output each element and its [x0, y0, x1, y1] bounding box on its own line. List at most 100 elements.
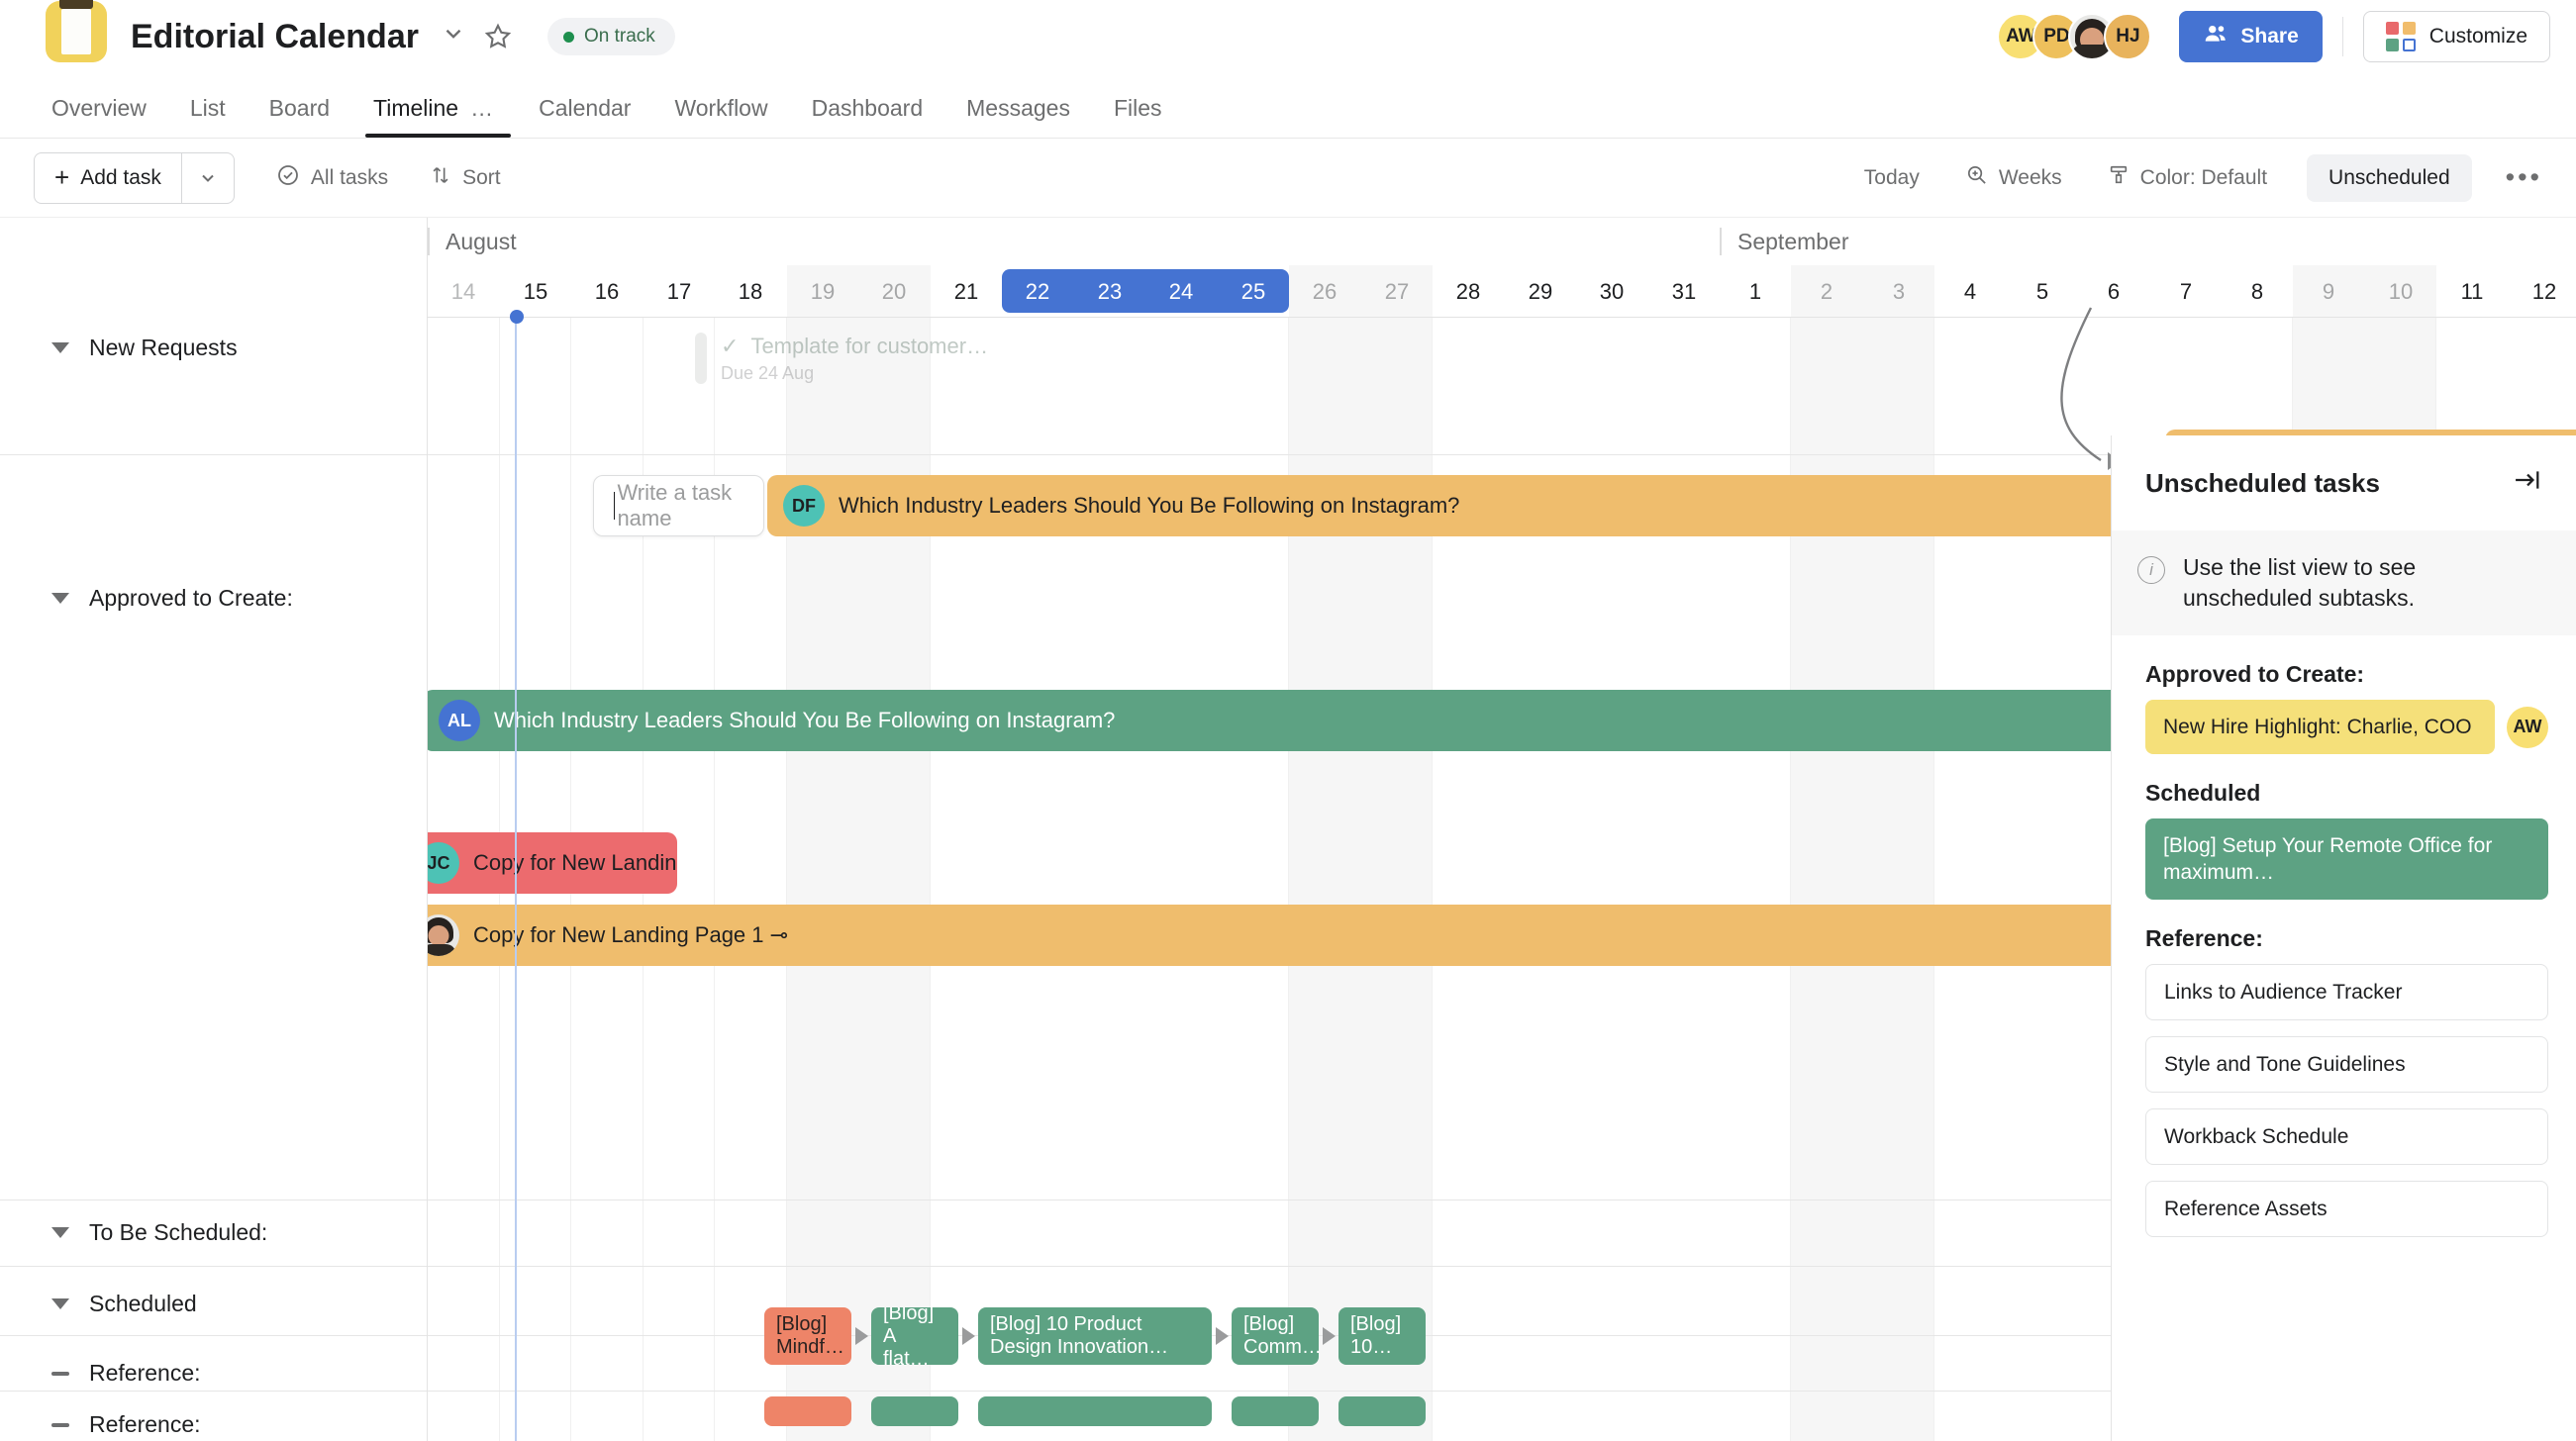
section-label: Approved to Create:	[89, 585, 293, 611]
tab-timeline[interactable]: Timeline…	[351, 95, 517, 138]
unscheduled-task-remote-office[interactable]: [Blog] Setup Your Remote Office for maxi…	[2145, 818, 2548, 900]
task-bar-blog-flat[interactable]: [Blog] A flat…	[871, 1307, 958, 1365]
tab-list[interactable]: List	[168, 95, 248, 138]
section-row-scheduled[interactable]: Scheduled	[51, 1291, 197, 1317]
collapse-triangle-icon[interactable]	[51, 593, 69, 604]
tab-overflow-icon[interactable]: …	[470, 95, 495, 121]
avatar[interactable]: HJ	[2104, 13, 2152, 60]
unscheduled-task-links-audience-tracker[interactable]: Links to Audience Tracker	[2145, 964, 2548, 1020]
zoom-weeks-button[interactable]: Weeks	[1965, 163, 2062, 192]
day-cell[interactable]: 14	[428, 265, 499, 318]
day-cell[interactable]: 21	[931, 265, 1002, 318]
day-cell[interactable]: 12	[2509, 265, 2576, 318]
day-cell[interactable]: 10	[2365, 265, 2436, 318]
people-icon	[2203, 21, 2229, 52]
panel-group-heading-scheduled: Scheduled	[2145, 780, 2261, 806]
customize-button[interactable]: Customize	[2362, 11, 2550, 62]
title-dropdown-chevron-icon[interactable]	[441, 21, 466, 52]
tab-files[interactable]: Files	[1092, 95, 1184, 138]
panel-note-text: Use the list view to see unscheduled sub…	[2183, 554, 2417, 611]
tab-overview[interactable]: Overview	[30, 95, 168, 138]
sort-label: Sort	[462, 165, 501, 189]
panel-header: Unscheduled tasks	[2112, 435, 2576, 530]
tab-dashboard[interactable]: Dashboard	[790, 95, 945, 138]
row-divider	[0, 1200, 427, 1201]
day-cell[interactable]: 2	[1791, 265, 1862, 318]
day-cell[interactable]: 30	[1576, 265, 1647, 318]
color-label: Color: Default	[2139, 165, 2268, 189]
assignee-avatar[interactable]: JC	[428, 842, 459, 884]
assignee-avatar[interactable]: AW	[2507, 706, 2548, 748]
task-bar-copy-landing-page[interactable]: JC Copy for New Landing Page	[428, 832, 677, 894]
panel-item-row: Reference Assets	[2112, 1181, 2576, 1237]
unscheduled-task-reference-assets[interactable]: Reference Assets	[2145, 1181, 2548, 1237]
add-task-chevron-down-icon[interactable]	[182, 153, 234, 203]
tab-workflow[interactable]: Workflow	[652, 95, 789, 138]
milestone-task[interactable]: ✓ Template for customer… Due 24 Aug	[695, 333, 988, 384]
day-cell[interactable]: 23	[1074, 265, 1145, 318]
collapse-triangle-icon[interactable]	[51, 1227, 69, 1238]
day-cell[interactable]: 29	[1505, 265, 1576, 318]
day-cell[interactable]: 3	[1863, 265, 1934, 318]
toolbar-more-icon[interactable]: •••	[2506, 162, 2542, 193]
task-bar-blog-10[interactable]: [Blog] 10…	[1338, 1307, 1426, 1365]
tab-board[interactable]: Board	[248, 95, 351, 138]
share-label: Share	[2240, 25, 2299, 48]
unscheduled-task-style-tone-guidelines[interactable]: Style and Tone Guidelines	[2145, 1036, 2548, 1093]
today-button[interactable]: Today	[1864, 166, 1920, 190]
collapse-panel-icon[interactable]	[2513, 467, 2542, 500]
section-row-reference-2[interactable]: Reference:	[51, 1411, 201, 1438]
section-row-new-requests[interactable]: New Requests	[51, 335, 238, 361]
add-task-button[interactable]: + Add task	[34, 151, 235, 204]
color-selector[interactable]: Color: Default	[2108, 164, 2267, 192]
day-cell[interactable]: 28	[1433, 265, 1504, 318]
tab-messages[interactable]: Messages	[944, 95, 1092, 138]
status-badge[interactable]: On track	[546, 18, 675, 55]
day-cell[interactable]: 22	[1002, 265, 1073, 318]
collapse-triangle-icon[interactable]	[51, 342, 69, 353]
assignee-avatar-photo[interactable]	[428, 914, 459, 956]
task-bar-blog-flat-clipped	[871, 1396, 958, 1426]
assignee-avatar[interactable]: AL	[439, 700, 480, 741]
task-bar-blog-product-design[interactable]: [Blog] 10 Product Design Innovation…	[978, 1307, 1212, 1365]
sort-button[interactable]: Sort	[430, 164, 501, 192]
day-cell[interactable]: 16	[571, 265, 643, 318]
assignee-avatar[interactable]: DF	[783, 485, 825, 527]
day-cell[interactable]: 19	[787, 265, 858, 318]
day-cell[interactable]: 25	[1218, 265, 1289, 318]
month-label-august: August	[428, 228, 517, 255]
collapse-triangle-icon[interactable]	[51, 1371, 69, 1376]
day-cell[interactable]: 20	[858, 265, 930, 318]
day-cell[interactable]: 18	[715, 265, 786, 318]
section-row-to-be-scheduled[interactable]: To Be Scheduled:	[51, 1219, 267, 1246]
tab-calendar[interactable]: Calendar	[517, 95, 652, 138]
day-cell[interactable]: 27	[1361, 265, 1433, 318]
day-cell[interactable]: 15	[500, 265, 571, 318]
unscheduled-task-workback-schedule[interactable]: Workback Schedule	[2145, 1108, 2548, 1165]
milestone-handle[interactable]	[695, 333, 707, 384]
all-tasks-filter[interactable]: All tasks	[276, 163, 388, 193]
task-name-input[interactable]: Write a task name	[593, 475, 764, 536]
day-cell[interactable]: 17	[644, 265, 715, 318]
task-name-placeholder: Write a task name	[617, 480, 733, 530]
section-row-approved-to-create[interactable]: Approved to Create:	[51, 585, 293, 612]
day-cell[interactable]: 26	[1289, 265, 1360, 318]
section-row-reference-1[interactable]: Reference:	[51, 1360, 201, 1387]
divider	[2341, 17, 2343, 56]
top-bar-right: AW PD HJ Share Customize	[1997, 11, 2550, 62]
unscheduled-task-new-hire-highlight[interactable]: New Hire Highlight: Charlie, COO	[2145, 700, 2495, 754]
day-cell[interactable]: 1	[1720, 265, 1791, 318]
collapse-triangle-icon[interactable]	[51, 1422, 69, 1427]
panel-item-row: Workback Schedule	[2112, 1108, 2576, 1165]
collapse-triangle-icon[interactable]	[51, 1298, 69, 1309]
unscheduled-toggle[interactable]: Unscheduled	[2307, 153, 2472, 202]
day-cell[interactable]: 11	[2436, 265, 2508, 318]
row-divider	[0, 454, 427, 455]
day-cell[interactable]: 31	[1648, 265, 1720, 318]
share-button[interactable]: Share	[2179, 11, 2323, 62]
day-cell[interactable]: 24	[1145, 265, 1217, 318]
panel-item-row: [Blog] Setup Your Remote Office for maxi…	[2112, 818, 2576, 900]
task-bar-blog-comm[interactable]: [Blog] Comm…	[1232, 1307, 1319, 1365]
task-bar-blog-mindfulness[interactable]: [Blog] Mindf…	[764, 1307, 851, 1365]
star-icon[interactable]	[484, 23, 512, 50]
